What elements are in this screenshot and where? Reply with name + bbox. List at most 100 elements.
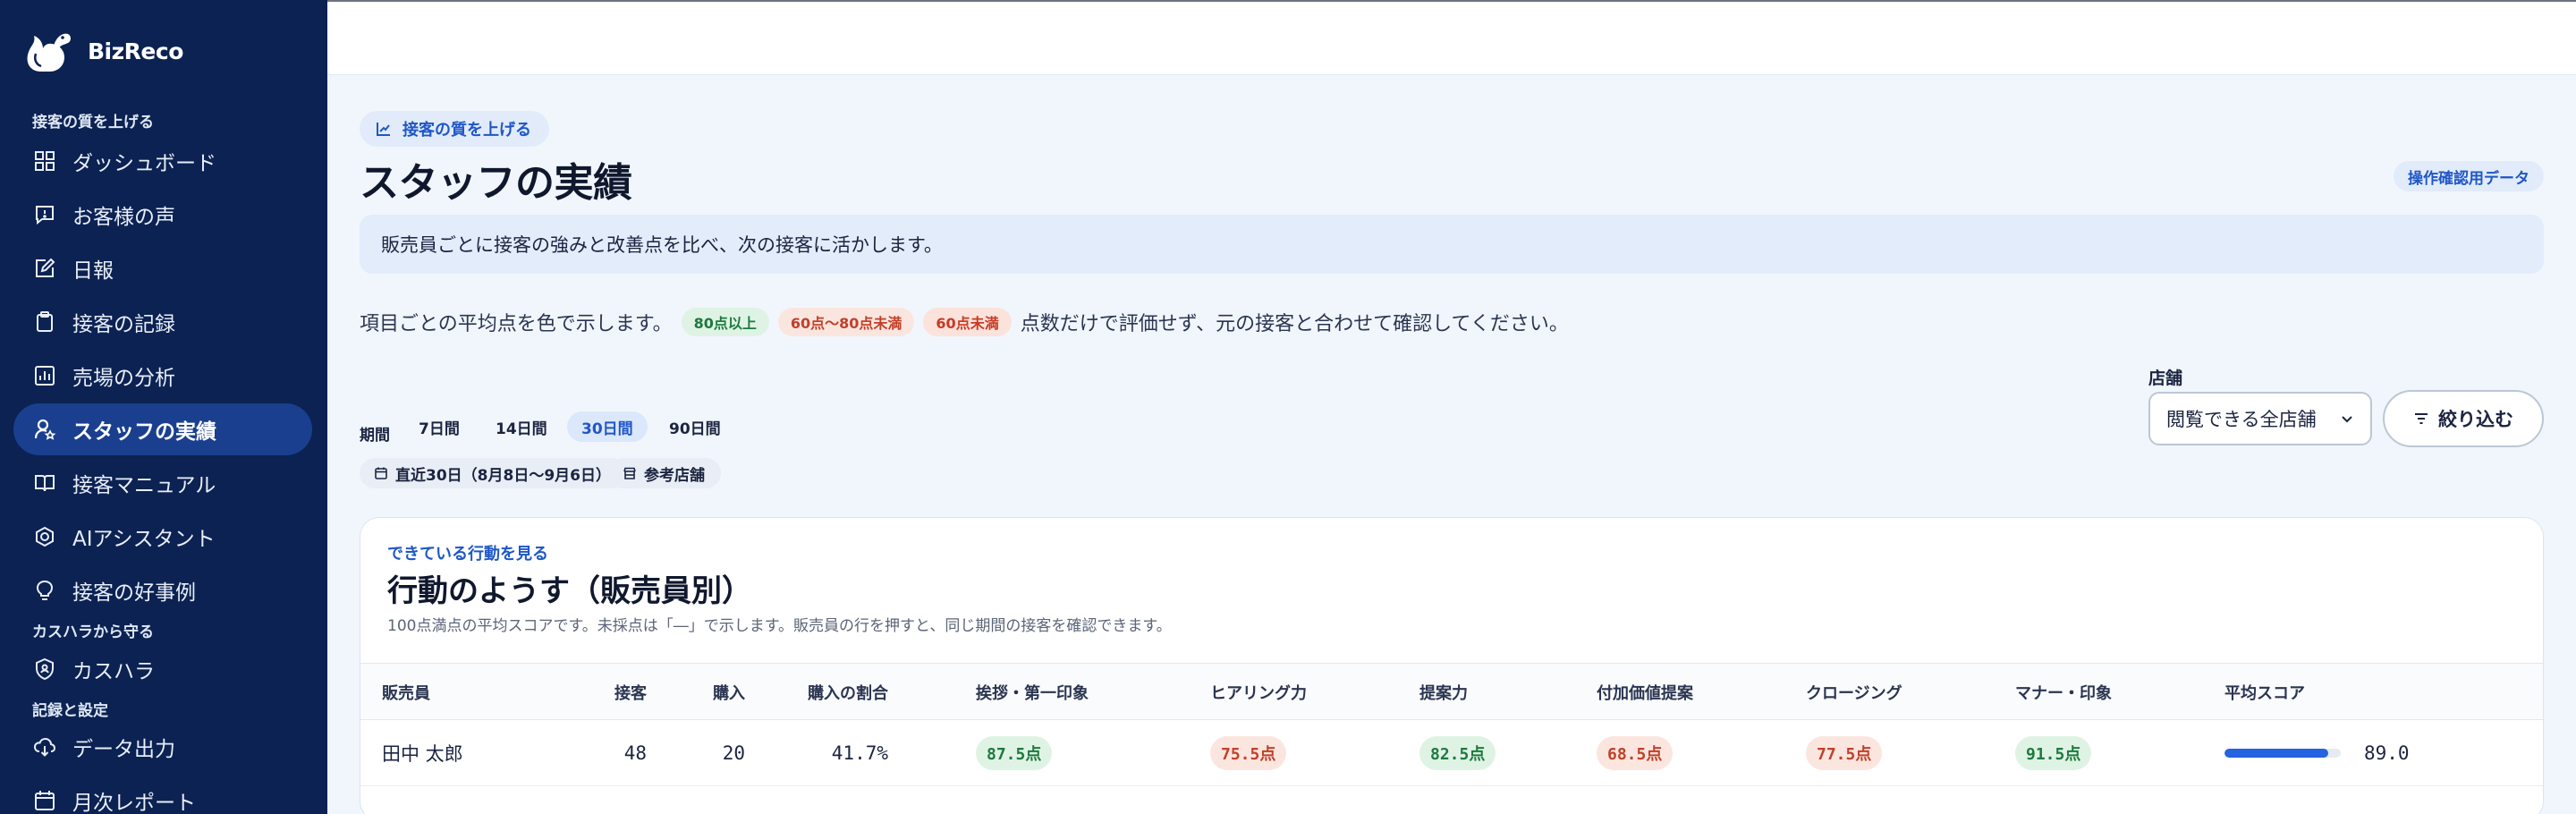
chart-icon — [35, 366, 55, 386]
column-header-proposal[interactable]: 提案力 — [1419, 664, 1468, 721]
purchases-count: 20 — [722, 742, 745, 764]
sidebar-item-customer-voice[interactable]: お客様の声 — [13, 189, 312, 241]
score-added-value: 68.5点 — [1597, 736, 1674, 770]
filter-icon — [2415, 413, 2428, 424]
legend-intro: 項目ごとの平均点を色で示します。 — [360, 313, 673, 335]
column-header-staff[interactable]: 販売員 — [382, 664, 430, 721]
store-select[interactable]: 閲覧できる全店舗 — [2148, 392, 2372, 445]
sidebar-item-label: 売場の分析 — [72, 367, 175, 390]
sidebar-item-label: カスハラ — [72, 660, 155, 683]
sidebar-item-label: 接客の記録 — [72, 313, 175, 336]
average-score-bar-fill — [2224, 749, 2328, 758]
page-title: スタッフの実績 — [360, 160, 632, 206]
dashboard-icon — [35, 151, 55, 171]
info-banner: 販売員ごとに接客の強みと改善点を比べ、次の接客に活かします。 — [360, 215, 2544, 274]
staff-name: 田中 太郎 — [382, 743, 463, 765]
shield-icon — [36, 657, 54, 681]
sidebar-item-best-practices[interactable]: 接客の好事例 — [13, 564, 312, 616]
legend-mid-chip: 60点〜80点未満 — [777, 308, 915, 336]
date-range-chip: 直近30日（8月8日〜9月6日） — [360, 458, 627, 488]
breadcrumb-label: 接客の質を上げる — [402, 121, 531, 140]
store-label: 店舗 — [2148, 369, 2183, 388]
nav-section-records: 記録と設定 — [32, 702, 108, 720]
sidebar-item-monthly-report[interactable]: 月次レポート — [13, 775, 312, 814]
sidebar-item-service-manual[interactable]: 接客マニュアル — [13, 457, 312, 509]
message-icon — [36, 206, 54, 225]
filter-button-label: 絞り込む — [2438, 409, 2513, 430]
period-7-days[interactable]: 7日間 — [404, 411, 474, 442]
sidebar-item-label: データ出力 — [72, 738, 175, 761]
sidebar-item-daily-report[interactable]: 日報 — [13, 242, 312, 294]
card-title: 行動のようす（販売員別） — [387, 573, 752, 609]
chevron-down-icon — [2342, 416, 2352, 423]
sidebar-item-staff-performance[interactable]: スタッフの実績 — [13, 403, 312, 455]
average-score-value: 89.0 — [2364, 742, 2410, 764]
table-row[interactable]: 田中 太郎 48 20 41.7% 87.5点 75.5点 82.5点 68.5… — [360, 720, 2543, 786]
date-range-text: 直近30日（8月8日〜9月6日） — [395, 466, 611, 485]
store-icon — [623, 467, 636, 479]
period-90-days[interactable]: 90日間 — [655, 411, 735, 442]
legend-good-chip: 80点以上 — [681, 308, 769, 336]
score-closing: 77.5点 — [1806, 736, 1883, 770]
score-manners: 91.5点 — [2015, 736, 2092, 770]
filter-button[interactable]: 絞り込む — [2383, 390, 2544, 447]
sidebar-item-ai-assistant[interactable]: AIアシスタント — [13, 511, 312, 563]
sidebar-item-label: スタッフの実績 — [72, 420, 216, 444]
sidebar-item-service-records[interactable]: 接客の記録 — [13, 296, 312, 348]
sidebar: BizReco 接客の質を上げる ダッシュボード お客様の声 日報 接客の記録 … — [0, 0, 327, 814]
lightbulb-icon — [36, 580, 54, 600]
column-header-manners[interactable]: マナー・印象 — [2015, 664, 2112, 721]
column-header-purchase-rate[interactable]: 購入の割合 — [754, 664, 888, 721]
column-header-closing[interactable]: クロージング — [1806, 664, 1902, 721]
purchase-rate: 41.7% — [831, 742, 888, 764]
main-content: 接客の質を上げる スタッフの実績 操作確認用データ 販売員ごとに接客の強みと改善… — [360, 75, 2544, 814]
robot-icon — [36, 526, 54, 547]
sidebar-item-label: 接客の好事例 — [72, 581, 196, 605]
score-greeting: 87.5点 — [976, 736, 1053, 770]
column-header-greeting[interactable]: 挨拶・第一印象 — [976, 664, 1089, 721]
nav-section-protect: カスハラから守る — [32, 623, 154, 641]
column-header-visits[interactable]: 接客 — [575, 664, 647, 721]
edit-icon — [36, 258, 55, 277]
demo-data-badge: 操作確認用データ — [2394, 161, 2544, 191]
column-header-hearing[interactable]: ヒアリング力 — [1210, 664, 1307, 721]
sidebar-item-label: 日報 — [72, 259, 114, 283]
legend-outro: 点数だけで評価せず、元の接客と合わせて確認してください。 — [1020, 313, 1569, 335]
store-select-value: 閲覧できる全店舗 — [2166, 409, 2317, 430]
sidebar-item-label: お客様の声 — [72, 206, 175, 229]
section-breadcrumb[interactable]: 接客の質を上げる — [360, 111, 549, 147]
legend-low-chip: 60点未満 — [923, 308, 1012, 336]
sidebar-item-label: ダッシュボード — [72, 152, 216, 175]
trend-chart-icon — [377, 123, 390, 136]
sidebar-item-label: 月次レポート — [72, 792, 196, 814]
column-header-added-value[interactable]: 付加価値提案 — [1597, 664, 1693, 721]
calendar-icon — [35, 791, 55, 810]
sidebar-item-label: AIアシスタント — [72, 528, 216, 551]
period-14-days[interactable]: 14日間 — [481, 411, 562, 442]
clipboard-icon — [37, 311, 53, 332]
table-header: 販売員 接客 購入 購入の割合 挨拶・第一印象 ヒアリング力 提案力 付加価値提… — [360, 663, 2543, 720]
sidebar-item-floor-analysis[interactable]: 売場の分析 — [13, 350, 312, 402]
column-header-purchases[interactable]: 購入 — [665, 664, 745, 721]
period-label: 期間 — [360, 427, 390, 445]
download-cloud-icon — [33, 737, 56, 757]
nav-section-improve: 接客の質を上げる — [32, 114, 154, 131]
average-score-cell: 89.0 — [2224, 720, 2410, 786]
score-hearing: 75.5点 — [1210, 736, 1287, 770]
sidebar-item-customer-harassment[interactable]: カスハラ — [13, 643, 312, 695]
score-legend: 項目ごとの平均点を色で示します。 80点以上 60点〜80点未満 60点未満 点… — [360, 304, 1569, 340]
visits-count: 48 — [623, 742, 647, 764]
sidebar-item-label: 接客マニュアル — [72, 474, 216, 497]
sidebar-item-data-export[interactable]: データ出力 — [13, 721, 312, 773]
card-eyebrow: できている行動を見る — [387, 545, 548, 564]
squirrel-logo-icon — [27, 33, 71, 72]
staff-behavior-card: できている行動を見る 行動のようす（販売員別） 100点満点の平均スコアです。未… — [360, 517, 2544, 814]
reference-store-text: 参考店舗 — [644, 466, 705, 485]
top-bar — [327, 0, 2576, 75]
sidebar-item-dashboard[interactable]: ダッシュボード — [13, 135, 312, 187]
period-30-days[interactable]: 30日間 — [567, 411, 648, 442]
column-header-average[interactable]: 平均スコア — [2224, 664, 2305, 721]
brand[interactable]: BizReco — [23, 27, 183, 75]
user-star-icon — [34, 419, 56, 440]
card-description: 100点満点の平均スコアです。未採点は「―」で示します。販売員の行を押すと、同じ… — [387, 617, 1172, 635]
